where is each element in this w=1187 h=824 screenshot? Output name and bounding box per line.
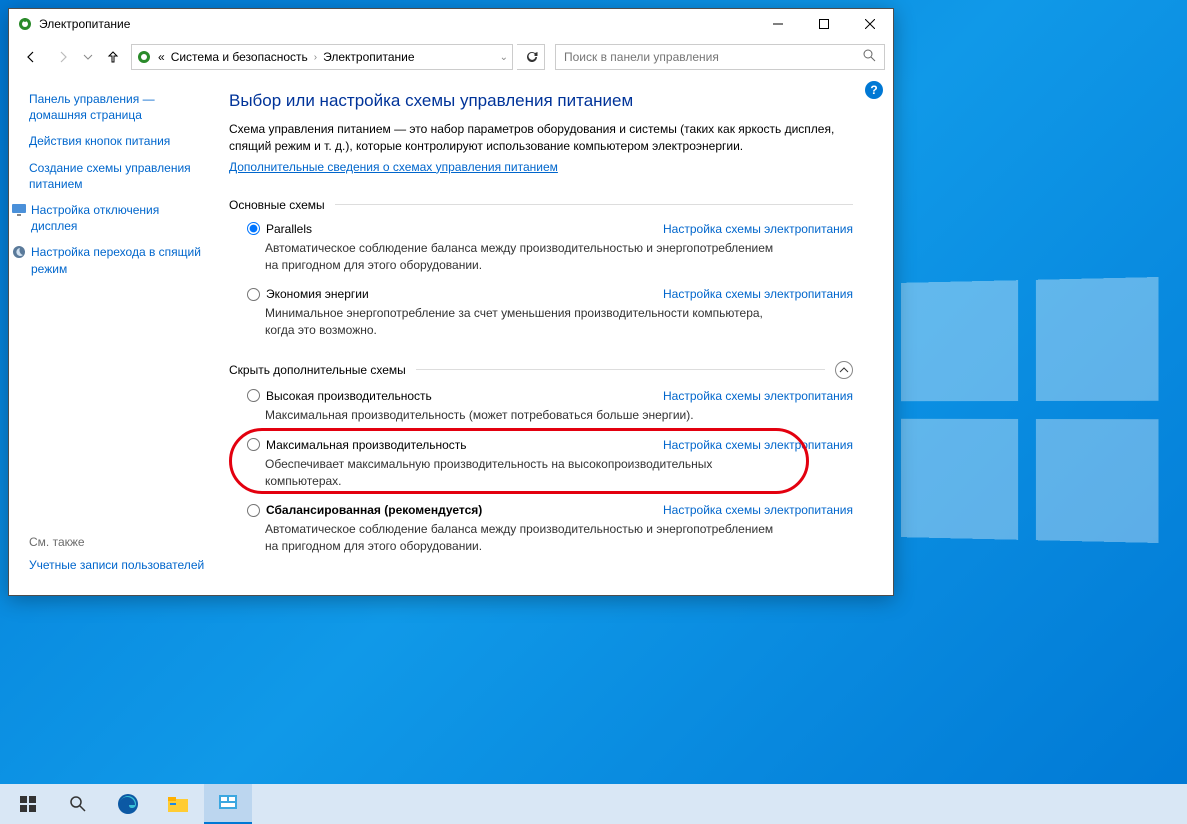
taskbar-edge[interactable] xyxy=(104,784,152,824)
breadcrumb-item[interactable]: Система и безопасность xyxy=(171,50,308,64)
radio-input[interactable] xyxy=(247,222,260,235)
sidebar-link[interactable]: Создание схемы управления питанием xyxy=(29,160,207,192)
sidebar-link[interactable]: Действия кнопок питания xyxy=(29,133,207,149)
change-plan-link[interactable]: Настройка схемы электропитания xyxy=(663,287,853,301)
power-icon xyxy=(136,49,152,65)
breadcrumb-item[interactable]: Электропитание xyxy=(323,50,414,64)
radio-input[interactable] xyxy=(247,288,260,301)
sidebar-link[interactable]: Настройка отключения дисплея xyxy=(31,202,207,234)
close-button[interactable] xyxy=(847,9,893,39)
chevron-right-icon: › xyxy=(314,52,317,63)
plan-radio[interactable]: Высокая производительность xyxy=(247,389,432,403)
address-bar[interactable]: « Система и безопасность › Электропитани… xyxy=(131,44,513,70)
change-plan-link[interactable]: Настройка схемы электропитания xyxy=(663,389,853,403)
search-input[interactable] xyxy=(564,50,862,64)
breadcrumb-prefix: « xyxy=(158,50,165,64)
plan-description: Минимальное энергопотребление за счет ум… xyxy=(265,305,785,339)
start-button[interactable] xyxy=(4,784,52,824)
up-button[interactable] xyxy=(99,43,127,71)
section-heading: Скрыть дополнительные схемы xyxy=(229,361,853,379)
plan-name: Максимальная производительность xyxy=(266,438,467,452)
page-title: Выбор или настройка схемы управления пит… xyxy=(229,91,853,111)
power-plan: Экономия энергии Настройка схемы электроп… xyxy=(247,287,853,339)
plan-radio[interactable]: Максимальная производительность xyxy=(247,438,467,452)
change-plan-link[interactable]: Настройка схемы электропитания xyxy=(663,438,853,452)
radio-input[interactable] xyxy=(247,438,260,451)
taskbar-explorer[interactable] xyxy=(154,784,202,824)
search-icon[interactable] xyxy=(862,48,876,67)
page-description: Схема управления питанием — это набор па… xyxy=(229,121,853,156)
power-plan: Максимальная производительность Настройка… xyxy=(247,438,853,490)
nav-row: « Система и безопасность › Электропитани… xyxy=(9,39,893,75)
sidebar: Панель управления — домашняя страница Де… xyxy=(9,75,219,595)
titlebar: Электропитание xyxy=(9,9,893,39)
sidebar-home-link[interactable]: Панель управления — домашняя страница xyxy=(29,91,207,123)
plan-radio[interactable]: Parallels xyxy=(247,222,312,236)
control-panel-window: Электропитание « Система и безопасность … xyxy=(8,8,894,596)
sleep-icon xyxy=(11,244,27,260)
search-button[interactable] xyxy=(54,784,102,824)
change-plan-link[interactable]: Настройка схемы электропитания xyxy=(663,222,853,236)
forward-button[interactable] xyxy=(49,43,77,71)
power-icon xyxy=(17,16,33,32)
more-info-link[interactable]: Дополнительные сведения о схемах управле… xyxy=(229,160,558,174)
window-title: Электропитание xyxy=(39,17,755,31)
main-content: Выбор или настройка схемы управления пит… xyxy=(219,75,893,595)
plan-description: Максимальная производительность (может п… xyxy=(265,407,785,424)
desktop-windows-logo xyxy=(901,277,1159,543)
search-box[interactable] xyxy=(555,44,885,70)
plan-radio[interactable]: Сбалансированная (рекомендуется) xyxy=(247,503,482,517)
plan-name: Высокая производительность xyxy=(266,389,432,403)
plan-name: Parallels xyxy=(266,222,312,236)
minimize-button[interactable] xyxy=(755,9,801,39)
recent-dropdown[interactable] xyxy=(81,43,95,71)
refresh-button[interactable] xyxy=(517,44,545,70)
plan-description: Обеспечивает максимальную производительн… xyxy=(265,456,785,490)
section-heading: Основные схемы xyxy=(229,198,853,212)
see-also-heading: См. также xyxy=(29,535,207,549)
monitor-icon xyxy=(11,202,27,218)
power-plan: Сбалансированная (рекомендуется) Настройк… xyxy=(247,503,853,555)
power-plan: Parallels Настройка схемы электропитания А… xyxy=(247,222,853,274)
maximize-button[interactable] xyxy=(801,9,847,39)
taskbar-control-panel[interactable] xyxy=(204,784,252,824)
plan-name: Сбалансированная (рекомендуется) xyxy=(266,503,482,517)
power-plan: Высокая производительность Настройка схем… xyxy=(247,389,853,424)
plan-description: Автоматическое соблюдение баланса между … xyxy=(265,240,785,274)
plan-name: Экономия энергии xyxy=(266,287,369,301)
plan-description: Автоматическое соблюдение баланса между … xyxy=(265,521,785,555)
help-button[interactable]: ? xyxy=(865,81,883,99)
taskbar xyxy=(0,784,1187,824)
change-plan-link[interactable]: Настройка схемы электропитания xyxy=(663,503,853,517)
back-button[interactable] xyxy=(17,43,45,71)
radio-input[interactable] xyxy=(247,389,260,402)
collapse-button[interactable] xyxy=(835,361,853,379)
sidebar-link[interactable]: Настройка перехода в спящий режим xyxy=(31,244,207,276)
chevron-down-icon[interactable]: ⌄ xyxy=(500,52,508,63)
radio-input[interactable] xyxy=(247,504,260,517)
plan-radio[interactable]: Экономия энергии xyxy=(247,287,369,301)
sidebar-link[interactable]: Учетные записи пользователей xyxy=(29,557,207,573)
